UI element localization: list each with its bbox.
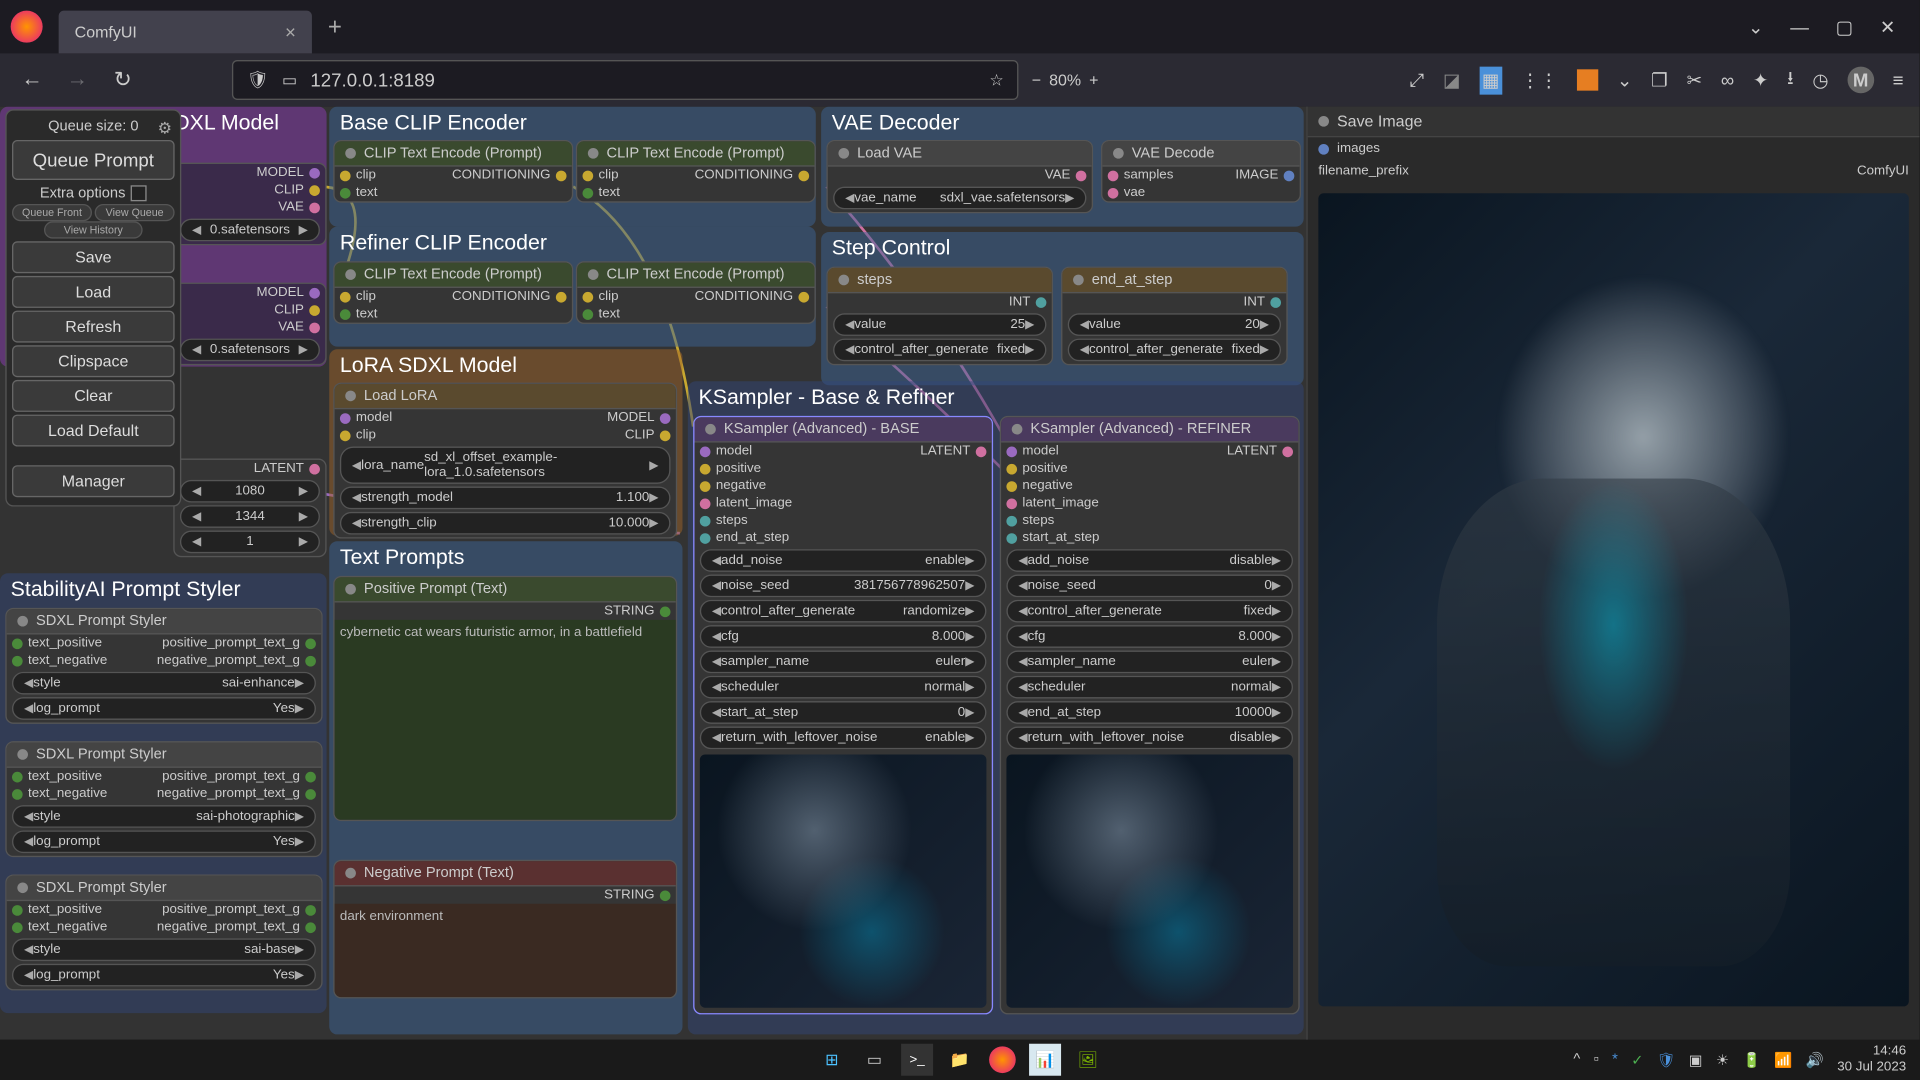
clock[interactable]: 14:46 30 Jul 2023 <box>1837 1044 1906 1076</box>
bluetooth-icon[interactable]: * <box>1612 1052 1618 1068</box>
reload-button[interactable]: ↻ <box>107 64 139 96</box>
minimize-icon[interactable]: — <box>1790 15 1809 38</box>
chevron-down-icon[interactable]: ⌄ <box>1748 15 1764 38</box>
tray1-icon[interactable]: ▫ <box>1594 1052 1599 1068</box>
node-ksampler-refiner[interactable]: KSampler (Advanced) - REFINER modelLATEN… <box>1000 416 1300 1015</box>
strength-clip-widget[interactable]: ◀strength_clip10.000▶ <box>340 512 671 535</box>
firefox-tb-icon[interactable] <box>986 1044 1018 1076</box>
node-pos-prompt[interactable]: Positive Prompt (Text) STRING cybernetic… <box>333 576 677 821</box>
wifi-icon[interactable]: 📶 <box>1774 1051 1792 1068</box>
manager-button[interactable]: Manager <box>12 465 175 497</box>
node-clip-ref-1[interactable]: CLIP Text Encode (Prompt) clipCONDITIONI… <box>333 261 573 324</box>
history-icon[interactable]: ◷ <box>1812 69 1828 92</box>
queue-size: Queue size: 0 <box>12 116 175 137</box>
window-close-icon[interactable]: ✕ <box>1880 15 1896 38</box>
zoom-out-button[interactable]: − <box>1032 71 1041 90</box>
lora-name-widget[interactable]: ◀lora_namesd_xl_offset_example-lora_1.0.… <box>340 447 671 484</box>
terminal-icon[interactable]: >_ <box>901 1044 933 1076</box>
node-styler-3[interactable]: SDXL Prompt Styler text_positivepositive… <box>5 874 322 990</box>
load-button[interactable]: Load <box>12 276 175 308</box>
downloads-icon[interactable]: ⭳ <box>1787 64 1794 96</box>
tab-title: ComfyUI <box>75 23 137 42</box>
browser-titlebar: ComfyUI × + ⌄ — ▢ ✕ <box>0 0 1920 53</box>
ext6-icon[interactable]: ✦ <box>1753 69 1769 92</box>
chevron-up-icon[interactable]: ^ <box>1573 1052 1580 1068</box>
ublock-icon[interactable]: ◪ <box>1443 69 1461 92</box>
node-clip-base-1[interactable]: CLIP Text Encode (Prompt) clipCONDITIONI… <box>333 140 573 203</box>
maximize-icon[interactable]: ▢ <box>1836 15 1854 38</box>
view-queue-button[interactable]: View Queue <box>95 204 175 221</box>
volume-icon[interactable]: 🔊 <box>1806 1051 1824 1068</box>
url-input[interactable] <box>310 69 976 90</box>
new-tab-button[interactable]: + <box>328 13 342 41</box>
node-styler-2[interactable]: SDXL Prompt Styler text_positivepositive… <box>5 741 322 857</box>
extensions-icon[interactable]: ❐ <box>1651 69 1668 92</box>
node-base-model-partial[interactable]: MODEL CLIP VAE ◀0.safetensors▶ <box>173 163 326 246</box>
queue-prompt-button[interactable]: Queue Prompt <box>12 140 175 180</box>
preview-base <box>700 754 987 1007</box>
url-bar[interactable]: 🛡 ▭ ☆ <box>232 60 1018 100</box>
ext2-icon[interactable]: ⋮⋮ <box>1521 69 1558 92</box>
node-clip-ref-2[interactable]: CLIP Text Encode (Prompt) clipCONDITIONI… <box>576 261 816 324</box>
node-latent-partial[interactable]: LATENT ◀1080▶ ◀1344▶ ◀1▶ <box>173 459 326 558</box>
node-neg-prompt[interactable]: Negative Prompt (Text) STRING dark envir… <box>333 860 677 999</box>
app2-icon[interactable]: 🖼 <box>1072 1044 1104 1076</box>
account-avatar[interactable]: M <box>1847 67 1874 94</box>
clipspace-button[interactable]: Clipspace <box>12 345 175 377</box>
star-icon[interactable]: ☆ <box>989 71 1003 90</box>
start-icon[interactable]: ⊞ <box>816 1044 848 1076</box>
pocket-icon[interactable]: ⌄ <box>1617 69 1633 92</box>
preview-refiner <box>1006 754 1293 1007</box>
browser-tab[interactable]: ComfyUI × <box>59 11 312 54</box>
save-image-panel[interactable]: Save Image images filename_prefixComfyUI <box>1306 107 1919 1040</box>
shield-icon: 🛡 <box>247 69 269 90</box>
comfy-menu[interactable]: ⚙ Queue size: 0 Queue Prompt Extra optio… <box>5 109 181 506</box>
ext5-icon[interactable]: ∞ <box>1721 69 1734 90</box>
node-load-vae[interactable]: Load VAE VAE ◀vae_namesdxl_vae.safetenso… <box>826 140 1093 213</box>
menu-icon[interactable]: ≡ <box>1893 69 1904 90</box>
node-clip-base-2[interactable]: CLIP Text Encode (Prompt) clipCONDITIONI… <box>576 140 816 203</box>
folder-icon[interactable]: 📁 <box>944 1044 976 1076</box>
node-refiner-model-partial[interactable]: MODEL CLIP VAE ◀0.safetensors▶ <box>173 283 326 366</box>
forward-button[interactable]: → <box>61 64 93 96</box>
app1-icon[interactable]: 📊 <box>1029 1044 1061 1076</box>
taskbar: ⊞ ▭ >_ 📁 📊 🖼 ^ ▫ * ✓ 🛡 ▣ ☀ 🔋 📶 🔊 14:46 3… <box>0 1040 1920 1080</box>
extra-options-checkbox[interactable] <box>131 185 147 201</box>
queue-front-button[interactable]: Queue Front <box>12 204 92 221</box>
firefox-icon <box>11 11 43 43</box>
ext3-icon[interactable] <box>1577 69 1598 90</box>
explorer-icon[interactable]: ▭ <box>858 1044 890 1076</box>
save-image-title: Save Image <box>1337 112 1422 131</box>
node-end-step[interactable]: end_at_step INT ◀value20▶ ◀control_after… <box>1061 267 1288 366</box>
output-image[interactable] <box>1318 193 1909 1006</box>
tray2-icon[interactable]: ✓ <box>1631 1051 1643 1068</box>
ext4-icon[interactable]: ✂ <box>1687 69 1703 92</box>
brightness-icon[interactable]: ☀ <box>1716 1051 1729 1068</box>
battery-icon[interactable]: 🔋 <box>1742 1051 1760 1068</box>
zoom-in-button[interactable]: + <box>1089 71 1098 90</box>
gear-icon[interactable]: ⚙ <box>158 119 172 138</box>
defender-icon[interactable]: 🛡 <box>1657 1051 1676 1068</box>
positive-prompt-text[interactable]: cybernetic cat wears futuristic armor, i… <box>335 620 676 820</box>
node-styler-1[interactable]: SDXL Prompt Styler text_positivepositive… <box>5 608 322 724</box>
clear-button[interactable]: Clear <box>12 380 175 412</box>
node-lora[interactable]: Load LoRA modelMODEL clipCLIP ◀lora_name… <box>333 383 677 539</box>
zoom-level: 80% <box>1049 71 1081 90</box>
strength-model-widget[interactable]: ◀strength_model1.100▶ <box>340 487 671 510</box>
tray3-icon[interactable]: ▣ <box>1689 1051 1703 1068</box>
close-icon[interactable]: × <box>285 21 296 42</box>
node-vae-decode[interactable]: VAE Decode samplesIMAGE vae <box>1101 140 1301 203</box>
load-default-button[interactable]: Load Default <box>12 415 175 447</box>
negative-prompt-text[interactable]: dark environment <box>335 904 676 997</box>
node-ksampler-base[interactable]: KSampler (Advanced) - BASE modelLATENT p… <box>693 416 993 1015</box>
back-button[interactable]: ← <box>16 64 48 96</box>
save-button[interactable]: Save <box>12 241 175 273</box>
refresh-button[interactable]: Refresh <box>12 311 175 343</box>
node-steps[interactable]: steps INT ◀value25▶ ◀control_after_gener… <box>826 267 1053 366</box>
view-history-button[interactable]: View History <box>45 221 143 238</box>
browser-toolbar: ← → ↻ 🛡 ▭ ☆ − 80% + ⤢ ◪ ▦ ⋮⋮ ⌄ ❐ ✂ ∞ ✦ ⭳… <box>0 53 1920 106</box>
page-info-icon[interactable]: ▭ <box>282 71 297 90</box>
fullscreen-icon[interactable]: ⤢ <box>1409 69 1424 92</box>
ext1-icon[interactable]: ▦ <box>1479 66 1502 94</box>
